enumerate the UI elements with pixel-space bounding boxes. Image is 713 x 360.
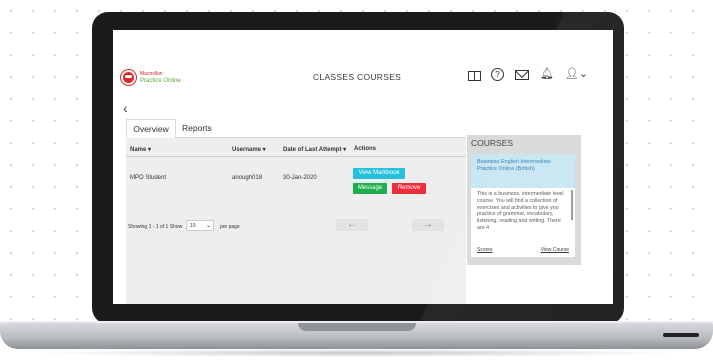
logo-mark-icon	[121, 70, 136, 85]
overview-panel: Name ▾ Username ▾ Date of Last Attempt ▾…	[126, 138, 466, 304]
per-page-label: per page	[220, 224, 240, 230]
table-header: Name ▾ Username ▾ Date of Last Attempt ▾…	[126, 142, 466, 157]
book-icon[interactable]	[468, 70, 481, 81]
column-name[interactable]: Name ▾	[130, 146, 151, 153]
cell-name: MPO Student	[130, 175, 167, 181]
view-markbook-button[interactable]: View Markbook	[353, 168, 405, 179]
cell-username: anough018	[232, 175, 263, 181]
back-button[interactable]: ‹	[123, 100, 128, 116]
status-light	[663, 333, 699, 337]
course-links: Scores View Course	[477, 247, 569, 253]
course-card: Business English Intermediate Practice O…	[471, 154, 575, 257]
bell-icon[interactable]: 🔔︎	[540, 69, 554, 80]
chevron-down-icon: ⌄	[205, 223, 211, 229]
tab-reports[interactable]: Reports	[182, 119, 212, 137]
tab-overview[interactable]: Overview	[126, 119, 176, 139]
course-name[interactable]: Business English Intermediate Practice O…	[471, 154, 575, 188]
mail-icon[interactable]	[515, 69, 529, 80]
logo-line2: Practice Online	[140, 78, 181, 84]
column-username[interactable]: Username ▾	[232, 146, 266, 153]
pagination-info: Showing 1 - 1 of 1 Show	[128, 224, 183, 230]
scrollbar[interactable]	[571, 190, 573, 220]
laptop-screen: Macmillan Practice Online CLASSES COURSE…	[113, 30, 613, 304]
user-icon[interactable]: 👤︎⌄	[565, 69, 588, 80]
cell-date: 30-Jan-2020	[283, 175, 317, 181]
tab-bar: Overview Reports	[126, 119, 466, 139]
remove-button[interactable]: Remove	[392, 183, 426, 194]
help-icon[interactable]: ?	[491, 68, 504, 81]
scores-link[interactable]: Scores	[477, 247, 493, 253]
view-course-link[interactable]: View Course	[541, 247, 569, 253]
nav-courses[interactable]: COURSES	[357, 72, 401, 82]
course-description: This is a business, intermediate level c…	[477, 191, 564, 231]
nav-classes[interactable]: CLASSES	[313, 72, 354, 82]
logo-line1: Macmillan	[140, 71, 163, 77]
column-date[interactable]: Date of Last Attempt ▾	[283, 146, 346, 153]
next-page-button[interactable]: →	[412, 219, 444, 231]
app-logo[interactable]: Macmillan Practice Online	[121, 70, 181, 85]
column-actions: Actions	[354, 146, 377, 152]
page-size-select[interactable]: 10 ⌄	[186, 220, 214, 231]
courses-title: COURSES	[471, 138, 514, 148]
laptop-shadow	[30, 349, 683, 357]
courses-panel: COURSES Business English Intermediate Pr…	[467, 135, 581, 265]
header-icons: ? 🔔︎ 👤︎⌄	[468, 68, 588, 81]
message-button[interactable]: Message	[353, 183, 387, 194]
prev-page-button[interactable]: ←	[336, 219, 368, 231]
laptop-notch	[298, 323, 416, 331]
